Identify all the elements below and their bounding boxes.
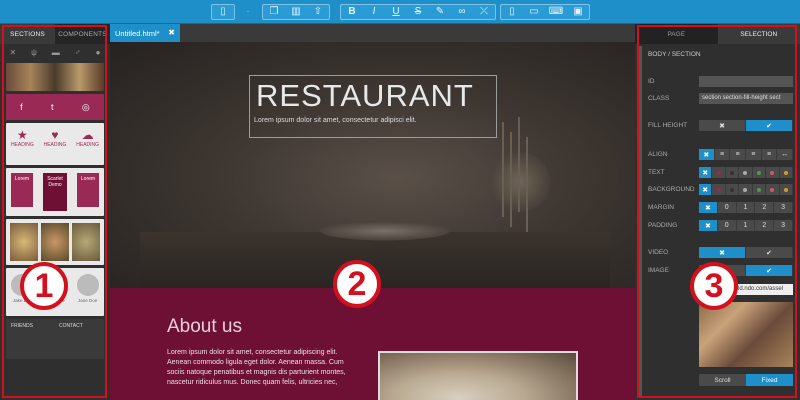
tablet-icon[interactable]: ▭ [523, 5, 545, 19]
laptop-icon[interactable]: ⌨ [545, 5, 567, 19]
desktop-icon[interactable]: ▣ [567, 5, 589, 19]
hero-background-stem [518, 117, 520, 212]
hero-background-plates [310, 220, 460, 242]
about-section[interactable]: About us Lorem ipsum dolor sit amet, con… [110, 288, 635, 400]
eraser-icon[interactable]: ✎ [429, 5, 451, 19]
highlight-frame-properties [637, 25, 797, 398]
callout-badge-3: 3 [690, 262, 738, 310]
highlight-frame-sections [2, 25, 107, 398]
close-tab-icon[interactable]: ✖ [168, 28, 175, 37]
phone-icon[interactable]: ▯ [501, 5, 523, 19]
bold-icon[interactable]: B [341, 5, 363, 19]
top-toolbar: ▯ · ❐ ▥ ⇧ B I U S ✎ ∞ ⤫ ▯ ▭ ⌨ ▣ [0, 0, 800, 24]
link-icon[interactable]: ∞ [451, 5, 473, 19]
hero-background-glass [490, 152, 550, 212]
page-builder-app: ▯ · ❐ ▥ ⇧ B I U S ✎ ∞ ⤫ ▯ ▭ ⌨ ▣ SECTIONS… [0, 0, 800, 400]
hero-background-stem [526, 137, 528, 232]
hero-background-stem [510, 132, 512, 227]
strikethrough-icon[interactable]: S [407, 5, 429, 19]
device-group: ▯ ▭ ⌨ ▣ [500, 4, 590, 20]
about-heading[interactable]: About us [167, 316, 242, 338]
trash-icon[interactable]: ▥ [285, 5, 307, 19]
italic-icon[interactable]: I [363, 5, 385, 19]
hero-title-box[interactable]: RESTAURANT Lorem ipsum dolor sit amet, c… [249, 75, 497, 138]
hero-title[interactable]: RESTAURANT [256, 80, 474, 112]
file-icon[interactable]: ▯ [212, 5, 234, 19]
callout-badge-2: 2 [333, 260, 381, 308]
toolbar-separator: · [246, 6, 250, 16]
file-tab[interactable]: Untitled.html* ✖ [110, 24, 180, 42]
hero-background-stem [502, 122, 504, 217]
file-tab-label: Untitled.html* [115, 28, 160, 38]
about-text[interactable]: Lorem ipsum dolor sit amet, consectetur … [167, 348, 362, 388]
file-group: ▯ [211, 4, 235, 20]
copy-icon[interactable]: ❐ [263, 5, 285, 19]
edit-group: ❐ ▥ ⇧ [262, 4, 330, 20]
hero-subtitle[interactable]: Lorem ipsum dolor sit amet, consectetur … [254, 117, 417, 124]
upload-icon[interactable]: ⇧ [307, 5, 329, 19]
underline-icon[interactable]: U [385, 5, 407, 19]
hero-section[interactable]: RESTAURANT Lorem ipsum dolor sit amet, c… [110, 42, 635, 288]
unlink-icon[interactable]: ⤫ [473, 5, 495, 19]
callout-badge-1: 1 [20, 262, 68, 310]
editor-canvas-area: Untitled.html* ✖ RESTAURANT Lorem ipsum … [110, 24, 635, 400]
page-canvas[interactable]: RESTAURANT Lorem ipsum dolor sit amet, c… [110, 42, 635, 400]
about-image[interactable] [378, 351, 578, 400]
format-group: B I U S ✎ ∞ ⤫ [340, 4, 496, 20]
